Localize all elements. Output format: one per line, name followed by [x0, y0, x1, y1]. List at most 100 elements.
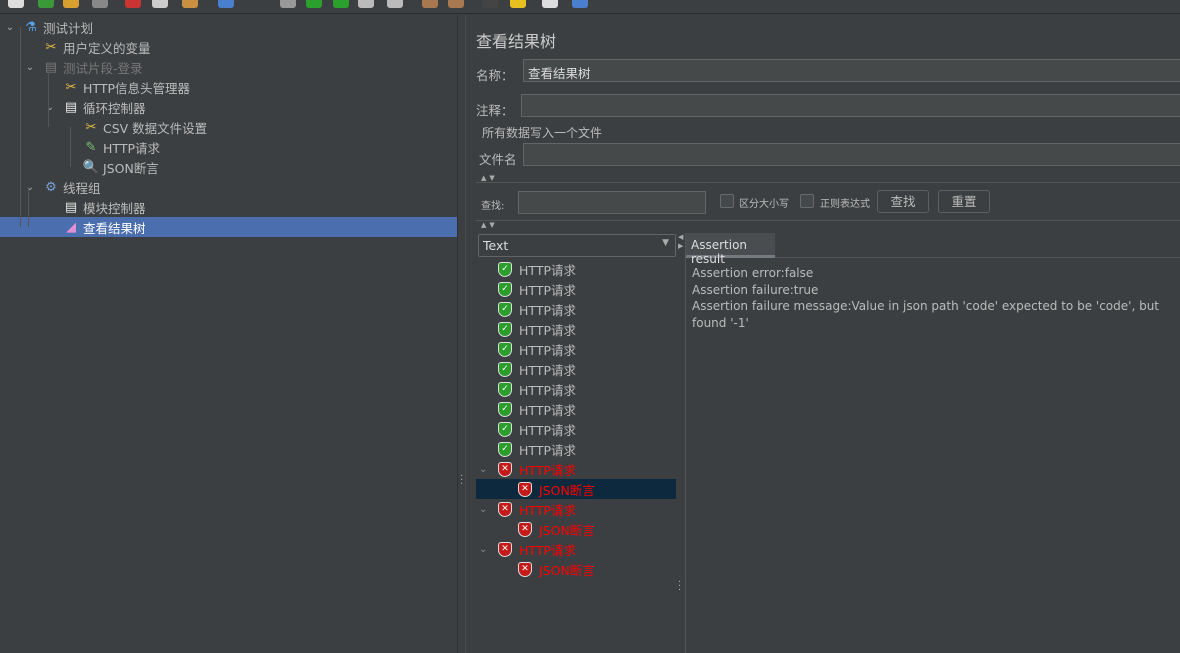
assertion-magnifier-icon: 🔍 — [82, 159, 100, 175]
start-icon[interactable] — [306, 0, 322, 8]
reset-search-icon[interactable] — [510, 0, 526, 8]
tree-node[interactable]: ✎ HTTP请求 — [0, 137, 457, 157]
chevron-down-icon[interactable]: ⌄ — [44, 102, 56, 113]
pane-splitter[interactable]: · · · — [457, 15, 466, 653]
result-item[interactable]: ✓ HTTP请求 — [476, 419, 676, 439]
tree-node[interactable]: 🔍 JSON断言 — [0, 157, 457, 177]
function-helper-icon[interactable] — [542, 0, 558, 8]
search-input[interactable] — [518, 191, 706, 214]
result-label: JSON断言 — [539, 482, 595, 498]
result-item[interactable]: ⌄ ✕ HTTP请求 — [476, 539, 676, 559]
listener-icon: ◢ — [66, 219, 76, 235]
chevron-down-icon[interactable]: ⌄ — [476, 544, 498, 555]
result-item[interactable]: ✓ HTTP请求 — [476, 439, 676, 459]
pass-shield-icon: ✓ — [498, 441, 512, 457]
assertion-line: Assertion failure message:Value in json … — [692, 299, 1159, 330]
tree-node[interactable]: ✂ CSV 数据文件设置 — [0, 117, 457, 137]
comment-field[interactable] — [521, 94, 1180, 117]
fail-shield-icon: ✕ — [518, 561, 532, 577]
result-label: HTTP请求 — [519, 382, 576, 398]
renderer-value: Text — [483, 238, 509, 253]
search-icon[interactable] — [482, 0, 498, 8]
filename-field[interactable] — [523, 143, 1180, 166]
result-label: HTTP请求 — [519, 422, 576, 438]
expand-icon[interactable] — [218, 0, 234, 8]
chevron-down-icon[interactable]: ⌄ — [4, 22, 16, 33]
name-field[interactable]: 查看结果树 — [523, 59, 1180, 82]
chevron-down-icon[interactable]: ⌄ — [476, 504, 498, 515]
shutdown-icon[interactable] — [387, 0, 403, 8]
result-item[interactable]: ✕ JSON断言 — [476, 519, 676, 539]
chevron-down-icon[interactable]: ⌄ — [24, 182, 36, 193]
find-button[interactable]: 查找 — [877, 190, 929, 213]
case-sensitive-checkbox[interactable] — [720, 194, 734, 208]
new-icon[interactable] — [8, 0, 24, 8]
result-item[interactable]: ✓ HTTP请求 — [476, 339, 676, 359]
open-icon[interactable] — [63, 0, 79, 8]
start-no-pause-icon[interactable] — [333, 0, 349, 8]
pass-shield-icon: ✓ — [498, 341, 512, 357]
toolbar — [0, 0, 1180, 14]
clear-icon[interactable] — [422, 0, 438, 8]
tree-node-label: 循环控制器 — [83, 100, 146, 116]
result-item[interactable]: ⌄ ✕ HTTP请求 — [476, 499, 676, 519]
toggle-icon[interactable] — [280, 0, 296, 8]
tree-node[interactable]: ▤ 模块控制器 — [0, 197, 457, 217]
tab-assertion-result[interactable]: Assertion result — [686, 233, 775, 266]
help-icon[interactable] — [572, 0, 588, 8]
tree-node-label: HTTP信息头管理器 — [83, 80, 190, 96]
collapse-arrows[interactable]: ▲▼ — [481, 221, 498, 229]
panel-title: 查看结果树 — [476, 32, 557, 51]
cut-icon[interactable] — [125, 0, 141, 8]
chevron-down-icon[interactable]: ⌄ — [24, 62, 36, 73]
templates-icon[interactable] — [38, 0, 54, 8]
pass-shield-icon: ✓ — [498, 381, 512, 397]
tree-guide-line — [48, 67, 49, 127]
tree-node[interactable]: ✂ 用户定义的变量 — [0, 37, 457, 57]
tree-node-label: CSV 数据文件设置 — [103, 120, 208, 136]
result-label: HTTP请求 — [519, 342, 576, 358]
pass-shield-icon: ✓ — [498, 281, 512, 297]
tree-node[interactable]: ⌄ ▤ 循环控制器 — [0, 97, 457, 117]
results-splitter[interactable]: ◀ ▶ · · · — [676, 233, 686, 653]
result-item[interactable]: ✓ HTTP请求 — [476, 359, 676, 379]
tree-node[interactable]: ✂ HTTP信息头管理器 — [0, 77, 457, 97]
paste-icon[interactable] — [182, 0, 198, 8]
pass-shield-icon: ✓ — [498, 301, 512, 317]
result-item[interactable]: ✓ HTTP请求 — [476, 319, 676, 339]
chevron-down-icon[interactable]: ⌄ — [476, 464, 498, 475]
renderer-select[interactable]: Text ▼ — [478, 234, 676, 257]
result-label: HTTP请求 — [519, 442, 576, 458]
result-label: HTTP请求 — [519, 402, 576, 418]
tree-node[interactable]: ⌄ ⚗ 测试计划 — [0, 17, 457, 37]
tree-node[interactable]: ⌄ ⚙ 线程组 — [0, 177, 457, 197]
pass-shield-icon: ✓ — [498, 361, 512, 377]
result-item[interactable]: ✓ HTTP请求 — [476, 379, 676, 399]
tree-node[interactable]: ⌄ ▤ 测试片段-登录 — [0, 57, 457, 77]
regex-checkbox[interactable] — [800, 194, 814, 208]
fail-shield-icon: ✕ — [518, 481, 532, 497]
tree-node-label: JSON断言 — [103, 160, 159, 176]
result-item[interactable]: ⌄ ✕ HTTP请求 — [476, 459, 676, 479]
result-label: HTTP请求 — [519, 322, 576, 338]
result-item[interactable]: ✕ JSON断言 — [476, 479, 676, 499]
fail-shield-icon: ✕ — [518, 521, 532, 537]
collapse-arrows[interactable]: ▲▼ — [481, 174, 498, 182]
result-label: JSON断言 — [539, 522, 595, 538]
reset-button[interactable]: 重置 — [938, 190, 990, 213]
copy-icon[interactable] — [152, 0, 168, 8]
stop-icon[interactable] — [358, 0, 374, 8]
result-item[interactable]: ✓ HTTP请求 — [476, 279, 676, 299]
save-icon[interactable] — [92, 0, 108, 8]
filename-label: 文件名 — [479, 152, 517, 167]
tree-node[interactable]: ◢ 查看结果树 — [0, 217, 457, 237]
result-item[interactable]: ✕ JSON断言 — [476, 559, 676, 579]
pass-shield-icon: ✓ — [498, 321, 512, 337]
clear-all-icon[interactable] — [448, 0, 464, 8]
pass-shield-icon: ✓ — [498, 401, 512, 417]
controller-icon: ▤ — [64, 99, 78, 115]
tree-node-label: 线程组 — [63, 180, 101, 196]
result-item[interactable]: ✓ HTTP请求 — [476, 299, 676, 319]
result-item[interactable]: ✓ HTTP请求 — [476, 259, 676, 279]
result-item[interactable]: ✓ HTTP请求 — [476, 399, 676, 419]
